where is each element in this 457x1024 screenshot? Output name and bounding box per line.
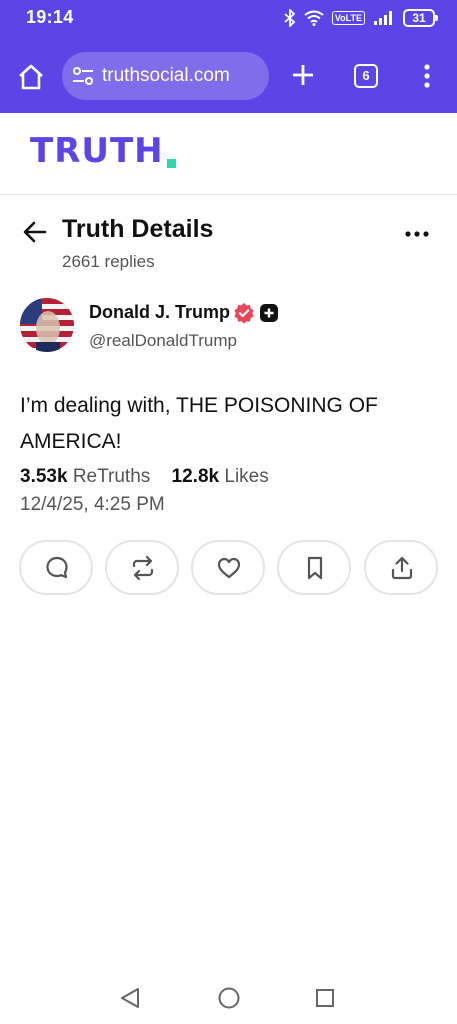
bookmark-icon	[307, 556, 323, 580]
share-button[interactable]	[364, 540, 438, 595]
retruths-stat[interactable]: 3.53k ReTruths	[20, 466, 150, 487]
battery-indicator: 31	[403, 9, 438, 27]
overflow-menu-icon[interactable]	[418, 62, 436, 90]
volte-badge: VoLTE	[331, 11, 365, 25]
retruth-icon	[132, 555, 154, 581]
replies-count: 2661 replies	[62, 252, 155, 271]
post-text: I’m dealing with, THE POISONING OF AMERI…	[20, 394, 378, 453]
reply-icon	[46, 556, 68, 579]
like-button[interactable]	[191, 540, 265, 595]
likes-label: Likes	[224, 466, 269, 487]
like-icon	[217, 557, 241, 579]
url-text[interactable]: truthsocial.com	[102, 65, 262, 87]
more-options-icon[interactable]	[402, 222, 432, 246]
author-handle[interactable]: @realDonaldTrump	[89, 331, 237, 351]
likes-stat[interactable]: 12.8k Likes	[172, 466, 269, 487]
verified-badge-icon	[234, 303, 254, 324]
nav-home-icon[interactable]	[217, 986, 241, 1010]
browser-chrome: 19:14 VoLTE 31 truthsocial.com 6	[0, 0, 457, 113]
author-name[interactable]: Donald J. Trump	[89, 302, 230, 323]
status-icons: VoLTE 31	[284, 8, 438, 28]
bluetooth-icon	[284, 9, 296, 27]
site-settings-icon[interactable]	[72, 67, 94, 85]
page-title: Truth Details	[62, 215, 214, 243]
site-header: TRUTH	[0, 113, 457, 195]
share-icon	[391, 556, 413, 580]
system-navigation-bar	[0, 972, 457, 1024]
nav-recents-icon[interactable]	[315, 988, 335, 1008]
wifi-icon	[304, 10, 324, 26]
post-stats: 3.53k ReTruths 12.8k Likes	[20, 466, 269, 488]
post-actions	[19, 540, 439, 595]
likes-count: 12.8k	[171, 466, 220, 487]
logo-dot	[167, 159, 176, 168]
signal-icon	[374, 11, 392, 25]
back-arrow-icon[interactable]	[22, 219, 48, 245]
retruth-button[interactable]	[105, 540, 179, 595]
reply-button[interactable]	[19, 540, 93, 595]
status-bar: 19:14 VoLTE 31	[0, 0, 457, 36]
avatar[interactable]	[20, 298, 74, 352]
nav-back-icon[interactable]	[118, 986, 142, 1010]
post-date: 12/4/25, 4:25 PM	[20, 494, 165, 515]
tab-switcher-button[interactable]: 6	[354, 64, 378, 88]
bookmark-button[interactable]	[277, 540, 351, 595]
retruths-count: 3.53k	[20, 466, 68, 487]
status-time: 19:14	[26, 7, 74, 27]
truth-plus-badge-icon	[260, 304, 278, 322]
home-icon[interactable]	[16, 62, 46, 92]
retruths-label: ReTruths	[72, 466, 151, 487]
address-bar[interactable]: truthsocial.com	[62, 52, 269, 100]
truth-logo[interactable]: TRUTH	[30, 131, 164, 171]
url-bar-row: truthsocial.com 6	[0, 50, 457, 102]
new-tab-icon[interactable]	[288, 60, 318, 90]
